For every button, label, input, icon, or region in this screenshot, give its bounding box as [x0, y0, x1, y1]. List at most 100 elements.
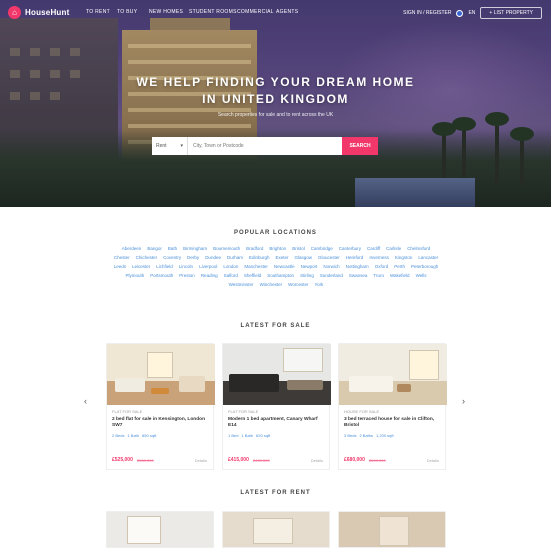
listing-title[interactable]: 3 bed terraced house for sale in Clifton…: [344, 417, 440, 429]
nav-link-commercial[interactable]: Commercial: [237, 9, 274, 15]
listing-title[interactable]: Modern 1 bed apartment, Canary Wharf E14: [228, 417, 324, 429]
location-link[interactable]: Derby: [187, 255, 199, 261]
location-link[interactable]: Canterbury: [339, 246, 361, 252]
location-link[interactable]: Kingston: [395, 255, 413, 261]
location-link[interactable]: Bristol: [292, 246, 305, 252]
location-link[interactable]: Norwich: [323, 264, 339, 270]
location-link[interactable]: Wakefield: [390, 273, 410, 279]
listing-feature: 1 Bed: [228, 433, 239, 438]
popular-locations-title: Popular Locations: [234, 230, 317, 236]
location-link[interactable]: Reading: [201, 273, 218, 279]
location-link[interactable]: Durham: [227, 255, 243, 261]
location-link[interactable]: Swansea: [349, 273, 368, 279]
location-link[interactable]: Westminster: [229, 282, 254, 288]
hero-title-line2: In United Kingdom: [202, 92, 349, 106]
location-link[interactable]: Bradford: [246, 246, 263, 252]
location-link[interactable]: Lichfield: [156, 264, 173, 270]
search-type-select[interactable]: Rent ▾: [152, 137, 188, 155]
listing-title[interactable]: 2 bed flat for sale in Kensington, Londo…: [112, 417, 208, 429]
nav-link-new-homes[interactable]: New Homes: [149, 9, 183, 15]
location-link[interactable]: Glasgow: [295, 255, 313, 261]
list-property-button[interactable]: + List Property: [480, 7, 542, 19]
chevron-left-icon[interactable]: ‹: [84, 396, 87, 406]
listing-card[interactable]: [106, 511, 214, 548]
location-link[interactable]: Bangor: [147, 246, 162, 252]
location-link[interactable]: Southampton: [267, 273, 294, 279]
search-input[interactable]: [188, 137, 342, 155]
nav-link-agents[interactable]: Agents: [276, 9, 298, 15]
location-link[interactable]: Birmingham: [183, 246, 207, 252]
login-link[interactable]: Sign In / Register: [403, 10, 451, 16]
location-link[interactable]: York: [315, 282, 324, 288]
location-link[interactable]: Winchester: [260, 282, 283, 288]
location-link[interactable]: Preston: [179, 273, 195, 279]
location-link[interactable]: Leicester: [132, 264, 150, 270]
location-link[interactable]: Chelmsford: [407, 246, 430, 252]
location-link[interactable]: Inverness: [369, 255, 389, 261]
listing-feature: 620 sqft: [256, 433, 271, 438]
location-link[interactable]: Lancaster: [418, 255, 438, 261]
sale-carousel: Flat for sale 2 bed flat for sale in Ken…: [106, 343, 447, 470]
location-link[interactable]: Gloucester: [318, 255, 340, 261]
location-link[interactable]: Salford: [224, 273, 238, 279]
listing-old-price: £550,000: [137, 458, 154, 463]
brand-logo[interactable]: ⌂ HouseHunt: [8, 6, 69, 19]
location-link[interactable]: Portsmouth: [150, 273, 173, 279]
listing-price: £415,000: [228, 457, 249, 463]
location-link[interactable]: Aberdeen: [122, 246, 142, 252]
location-link[interactable]: Bath: [168, 246, 177, 252]
location-link[interactable]: Sheffield: [244, 273, 261, 279]
listing-details-link[interactable]: Details: [195, 458, 207, 463]
location-link[interactable]: Chichester: [136, 255, 158, 261]
location-link[interactable]: Manchester: [244, 264, 268, 270]
nav-link-student[interactable]: Student Rooms: [189, 9, 237, 15]
location-link[interactable]: London: [223, 264, 238, 270]
location-link[interactable]: Brighton: [269, 246, 286, 252]
chevron-right-icon[interactable]: ›: [462, 396, 465, 406]
location-link[interactable]: Sunderland: [320, 273, 343, 279]
location-link[interactable]: Coventry: [163, 255, 181, 261]
nav-link-buy[interactable]: To Buy: [117, 9, 137, 15]
location-link[interactable]: Plymouth: [126, 273, 145, 279]
location-link[interactable]: Worcester: [288, 282, 308, 288]
location-link[interactable]: Hereford: [346, 255, 364, 261]
location-link[interactable]: Liverpool: [199, 264, 217, 270]
location-link[interactable]: Wells: [416, 273, 427, 279]
location-link[interactable]: Exeter: [276, 255, 289, 261]
listing-details-link[interactable]: Details: [427, 458, 439, 463]
location-link[interactable]: Nottingham: [346, 264, 369, 270]
location-link[interactable]: Bournemouth: [213, 246, 240, 252]
listing-old-price: £430,000: [253, 458, 270, 463]
listing-old-price: £699,000: [369, 458, 386, 463]
location-link[interactable]: Cambridge: [311, 246, 333, 252]
location-link[interactable]: Perth: [394, 264, 405, 270]
location-link[interactable]: Leeds: [114, 264, 126, 270]
listing-details-link[interactable]: Details: [311, 458, 323, 463]
listing-feature: 3 Beds: [344, 433, 357, 438]
location-link[interactable]: Lincoln: [179, 264, 193, 270]
location-link[interactable]: Newport: [301, 264, 318, 270]
location-link[interactable]: Cardiff: [367, 246, 380, 252]
location-link[interactable]: Newcastle: [274, 264, 295, 270]
listing-card[interactable]: [338, 511, 446, 548]
location-link[interactable]: Truro: [373, 273, 384, 279]
listing-type: Flat for sale: [228, 409, 259, 414]
location-link[interactable]: Edinburgh: [249, 255, 270, 261]
flag-icon[interactable]: [456, 9, 464, 17]
location-link[interactable]: Chester: [114, 255, 130, 261]
hero-title-line1: We Help Finding Your Dream Home: [136, 75, 415, 89]
listing-card[interactable]: [222, 511, 330, 548]
listing-card[interactable]: Flat for sale 2 bed flat for sale in Ken…: [106, 343, 215, 470]
listing-card[interactable]: Flat for sale Modern 1 bed apartment, Ca…: [222, 343, 331, 470]
nav-link-rent[interactable]: To Rent: [86, 9, 110, 15]
location-link[interactable]: Stirling: [300, 273, 314, 279]
search-button[interactable]: Search: [342, 137, 378, 155]
location-link[interactable]: Dundee: [205, 255, 221, 261]
listing-card[interactable]: House for sale 3 bed terraced house for …: [338, 343, 447, 470]
listing-feature: 2 Baths: [359, 433, 374, 438]
language-select[interactable]: EN: [468, 10, 475, 16]
location-link[interactable]: Peterborough: [411, 264, 438, 270]
latest-sale-title: Latest For Sale: [240, 323, 311, 329]
location-link[interactable]: Oxford: [375, 264, 389, 270]
location-link[interactable]: Carlisle: [386, 246, 401, 252]
